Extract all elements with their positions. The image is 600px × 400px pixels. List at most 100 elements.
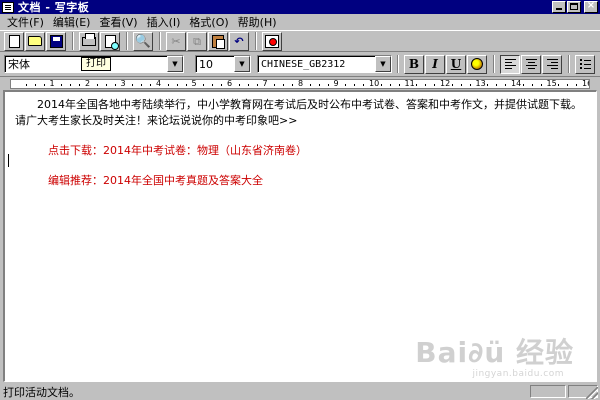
ruler-label: 3 (120, 79, 126, 88)
status-panel (530, 385, 566, 398)
ruler-label: 15 (546, 79, 557, 88)
editor-recommend-link[interactable]: 编辑推荐：2014年全国中考真题及答案大全 (15, 173, 590, 189)
ruler-tick (292, 84, 294, 86)
align-center-button[interactable] (521, 54, 541, 74)
undo-button[interactable]: ↶ (229, 31, 249, 51)
copy-button[interactable]: ⧉ (187, 31, 207, 51)
open-button[interactable] (25, 31, 45, 51)
title-bar[interactable]: 文档 - 写字板 × (0, 0, 600, 14)
ruler-tick (567, 84, 569, 86)
menu-view[interactable]: 查看(V) (96, 14, 143, 30)
new-button[interactable] (4, 31, 24, 51)
ruler-label: 14 (511, 79, 522, 88)
open-folder-icon (28, 36, 42, 46)
toolbar-separator (493, 55, 495, 73)
align-left-button[interactable] (500, 54, 520, 74)
print-preview-button[interactable] (100, 31, 120, 51)
align-left-icon (504, 59, 516, 69)
maximize-button[interactable] (567, 1, 581, 13)
status-text: 打印活动文档。 (3, 385, 80, 399)
wordpad-app-icon[interactable] (2, 1, 14, 13)
minimize-icon (556, 8, 562, 10)
menu-format[interactable]: 格式(O) (186, 14, 234, 30)
ruler-tick (398, 84, 400, 86)
bold-button[interactable]: B (404, 54, 424, 74)
text-color-icon (471, 58, 483, 70)
ruler-tick (274, 84, 276, 86)
font-size-combo[interactable]: 10 ▼ (195, 55, 251, 73)
align-center-icon (525, 59, 537, 69)
ruler-label: 11 (404, 79, 415, 88)
text-color-button[interactable] (467, 54, 487, 74)
download-link[interactable]: 点击下载：2014年中考试卷：物理（山东省济南卷） (15, 143, 590, 159)
toolbar-separator (397, 55, 399, 73)
close-button[interactable]: × (584, 0, 598, 13)
align-right-button[interactable] (542, 54, 562, 74)
ruler[interactable]: 12345678910111213141516 (0, 76, 600, 90)
ruler-tick (416, 84, 418, 86)
font-name-combo[interactable]: 宋体 打印 ▼ (4, 55, 184, 73)
bullets-button[interactable] (575, 54, 595, 74)
ruler-label: 9 (333, 79, 339, 88)
chevron-down-icon[interactable]: ▼ (375, 56, 391, 72)
close-icon: × (586, 0, 596, 11)
chevron-down-icon[interactable]: ▼ (234, 56, 250, 72)
ruler-tick (496, 84, 498, 86)
chevron-down-icon[interactable]: ▼ (167, 56, 183, 72)
toolbar-separator (568, 55, 570, 73)
ruler-tick (212, 84, 214, 86)
paste-button[interactable] (208, 31, 228, 51)
ruler-tick (79, 84, 81, 86)
ruler-label: 12 (440, 79, 451, 88)
ruler-tick (70, 84, 72, 86)
ruler-tick (425, 84, 427, 86)
insert-datetime-button[interactable] (262, 31, 282, 51)
new-doc-icon (8, 34, 20, 48)
menu-bar: 文件(F) 编辑(E) 查看(V) 插入(I) 格式(O) 帮助(H) (0, 14, 600, 29)
document-area[interactable]: 2014年全国各地中考陆续举行，中小学教育网在考试后及时公布中考试卷、答案和中考… (3, 90, 597, 382)
standard-toolbar: 🔍 ✂ ⧉ ↶ (0, 30, 600, 52)
ruler-label: 5 (191, 79, 197, 88)
toolbar-separator (255, 32, 257, 50)
toolbar-separator (72, 32, 74, 50)
format-bar: 宋体 打印 ▼ 10 ▼ CHINESE_GB2312 ▼ B I U (0, 53, 600, 75)
ruler-label: 8 (298, 79, 304, 88)
resize-grip-icon[interactable] (586, 387, 598, 399)
ruler-tick (256, 84, 258, 86)
ruler-tick (380, 84, 382, 86)
italic-button[interactable]: I (425, 54, 445, 74)
ruler-tick (540, 84, 542, 86)
insert-datetime-icon (265, 34, 279, 48)
cut-button[interactable]: ✂ (166, 31, 186, 51)
ruler-tick (327, 84, 329, 86)
underline-button[interactable]: U (446, 54, 466, 74)
menu-file[interactable]: 文件(F) (4, 14, 50, 30)
copy-icon: ⧉ (193, 34, 201, 48)
ruler-tick (185, 84, 187, 86)
print-preview-icon (104, 34, 119, 50)
minimize-button[interactable] (552, 1, 566, 13)
save-button[interactable] (46, 31, 66, 51)
ruler-tick (25, 84, 27, 86)
ruler-tick (309, 84, 311, 86)
ruler-tick (531, 84, 533, 86)
ruler-strip[interactable]: 12345678910111213141516 (10, 79, 590, 89)
document-content[interactable]: 2014年全国各地中考陆续举行，中小学教育网在考试后及时公布中考试卷、答案和中考… (15, 97, 590, 189)
ruler-tick (460, 84, 462, 86)
cut-scissors-icon: ✂ (171, 34, 181, 48)
font-size-value: 10 (199, 57, 213, 71)
menu-help[interactable]: 帮助(H) (235, 14, 283, 30)
ruler-tick (469, 84, 471, 86)
ruler-label: 16 (582, 79, 589, 88)
find-button[interactable]: 🔍 (133, 31, 153, 51)
ruler-tick (505, 84, 507, 86)
menu-edit[interactable]: 编辑(E) (50, 14, 97, 30)
ruler-tick (43, 84, 45, 86)
menu-insert[interactable]: 插入(I) (144, 14, 187, 30)
print-tooltip: 打印 (81, 57, 111, 71)
print-button[interactable] (79, 31, 99, 51)
ruler-tick (487, 84, 489, 86)
ruler-tick (451, 84, 453, 86)
script-combo[interactable]: CHINESE_GB2312 ▼ (257, 55, 392, 73)
ruler-tick (522, 84, 524, 86)
